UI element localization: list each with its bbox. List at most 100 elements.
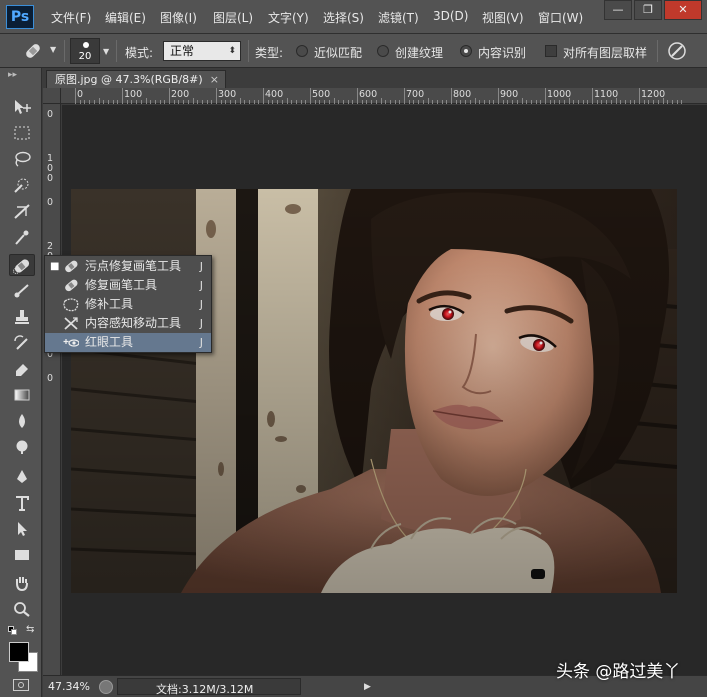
type-option-proximity[interactable]: 近似匹配 [314,44,362,61]
type-option-content-aware[interactable]: 内容识别 [478,44,526,61]
sample-all-layers-checkbox[interactable] [545,45,557,57]
canvas-area[interactable] [62,105,707,675]
ruler-label: 500 [312,89,331,100]
menu-window[interactable]: 窗口(W) [538,9,583,27]
ruler-minor-tick [502,100,504,104]
flyout-item-patch[interactable]: 修补工具 J [45,295,211,314]
move-tool-icon[interactable] [9,96,35,118]
flyout-item-label: 污点修复画笔工具 [85,259,182,273]
dodge-tool-icon[interactable] [9,436,35,458]
flyout-item-spot-healing[interactable]: ■ 污点修复画笔工具 J [45,257,211,276]
ruler-label: 300 [218,89,237,100]
pressure-brush-icon[interactable] [667,41,687,61]
document-image[interactable] [71,189,677,593]
ruler-minor-tick [436,100,438,104]
ruler-tick [592,88,593,104]
spot-healing-brush-tool-icon[interactable] [9,254,35,276]
lasso-tool-icon[interactable] [9,148,35,170]
ruler-label: 800 [453,89,472,100]
type-tool-icon[interactable] [9,492,35,514]
flyout-item-shortcut: J [199,279,203,292]
ruler-minor-tick [183,100,185,104]
ruler-label: 1 0 0 [47,153,54,184]
menu-select[interactable]: 选择(S) [323,9,364,27]
ruler-minor-tick [300,100,302,104]
ruler-minor-tick [145,98,147,104]
flyout-item-healing-brush[interactable]: 修复画笔工具 J [45,276,211,295]
pen-tool-icon[interactable] [9,466,35,488]
brush-picker-arrow-icon[interactable]: ▼ [103,47,109,56]
zoom-level[interactable]: 47.34% [48,680,90,693]
menu-type[interactable]: 文字(Y) [268,9,309,27]
default-colors-icon[interactable] [8,626,18,636]
ruler-minor-tick [563,100,565,104]
ruler-minor-tick [526,100,528,104]
menu-3d[interactable]: 3D(D) [433,9,468,27]
status-info-icon[interactable] [99,680,113,694]
swap-colors-icon[interactable]: ⇆ [26,624,34,635]
history-brush-tool-icon[interactable] [9,332,35,354]
close-tab-icon[interactable]: × [210,71,219,88]
radio-content-aware[interactable] [460,45,472,57]
type-option-texture[interactable]: 创建纹理 [395,44,443,61]
ruler-minor-tick [347,100,349,104]
clone-stamp-tool-icon[interactable] [9,306,35,328]
collapse-icon[interactable]: ▸▸ [8,70,17,80]
minimize-button[interactable]: — [604,0,632,20]
brush-tool-icon[interactable] [9,280,35,302]
ruler-tick [75,88,76,104]
ruler-minor-tick [107,100,109,104]
ruler-minor-tick [676,100,678,104]
blur-tool-icon[interactable] [9,410,35,432]
ruler-minor-tick [634,100,636,104]
gradient-tool-icon[interactable] [9,384,35,406]
sample-all-layers-label[interactable]: 对所有图层取样 [563,44,647,61]
ruler-minor-tick [230,100,232,104]
menu-view[interactable]: 视图(V) [482,9,524,27]
ruler-tick [263,88,264,104]
flyout-item-shortcut: J [199,336,203,349]
marquee-tool-icon[interactable] [9,122,35,144]
quick-selection-tool-icon[interactable] [9,174,35,196]
brush-tip-icon [83,42,89,48]
ruler-minor-tick [385,100,387,104]
mode-select[interactable]: 正常 ⬍ [163,41,241,61]
ruler-tick [639,88,640,104]
doc-info-box[interactable]: 文档:3.12M/3.12M ▶ [117,678,371,696]
eyedropper-tool-icon[interactable] [9,226,35,248]
ruler-minor-tick [286,98,288,104]
flyout-item-shortcut: J [199,317,203,330]
radio-proximity-match[interactable] [296,45,308,57]
ruler-minor-tick [394,100,396,104]
mode-value: 正常 [170,44,195,58]
red-eye-icon [63,339,79,347]
menu-edit[interactable]: 编辑(E) [105,9,146,27]
ruler-minor-tick [577,100,579,104]
flyout-item-red-eye[interactable]: 红眼工具 J [45,333,211,352]
document-tabs: 原图.jpg @ 47.3%(RGB/8#) × [43,68,707,88]
foreground-color-swatch[interactable] [9,642,29,662]
brush-picker[interactable]: 20 [70,38,100,64]
maximize-button[interactable]: ❐ [634,0,662,20]
quick-mask-icon[interactable] [13,679,29,691]
zoom-tool-icon[interactable] [9,598,35,620]
crop-tool-icon[interactable] [9,200,35,222]
menu-file[interactable]: 文件(F) [51,9,91,27]
close-button[interactable]: ✕ [664,0,702,20]
path-selection-tool-icon[interactable] [9,518,35,540]
ruler-minor-tick [338,100,340,104]
flyout-item-content-aware-move[interactable]: 内容感知移动工具 J [45,314,211,333]
ruler-origin[interactable] [43,88,61,104]
menu-filter[interactable]: 滤镜(T) [378,9,419,27]
menu-image[interactable]: 图像(I) [160,9,197,27]
tool-preset-picker[interactable]: ▼ [20,40,60,62]
ruler-minor-tick [93,100,95,104]
hand-tool-icon[interactable] [9,572,35,594]
ruler-minor-tick [159,100,161,104]
document-tab[interactable]: 原图.jpg @ 47.3%(RGB/8#) × [46,70,226,88]
chevron-right-icon[interactable]: ▶ [364,682,371,692]
rectangle-tool-icon[interactable] [9,544,35,566]
menu-layer[interactable]: 图层(L) [213,9,253,27]
eraser-tool-icon[interactable] [9,358,35,380]
radio-create-texture[interactable] [377,45,389,57]
